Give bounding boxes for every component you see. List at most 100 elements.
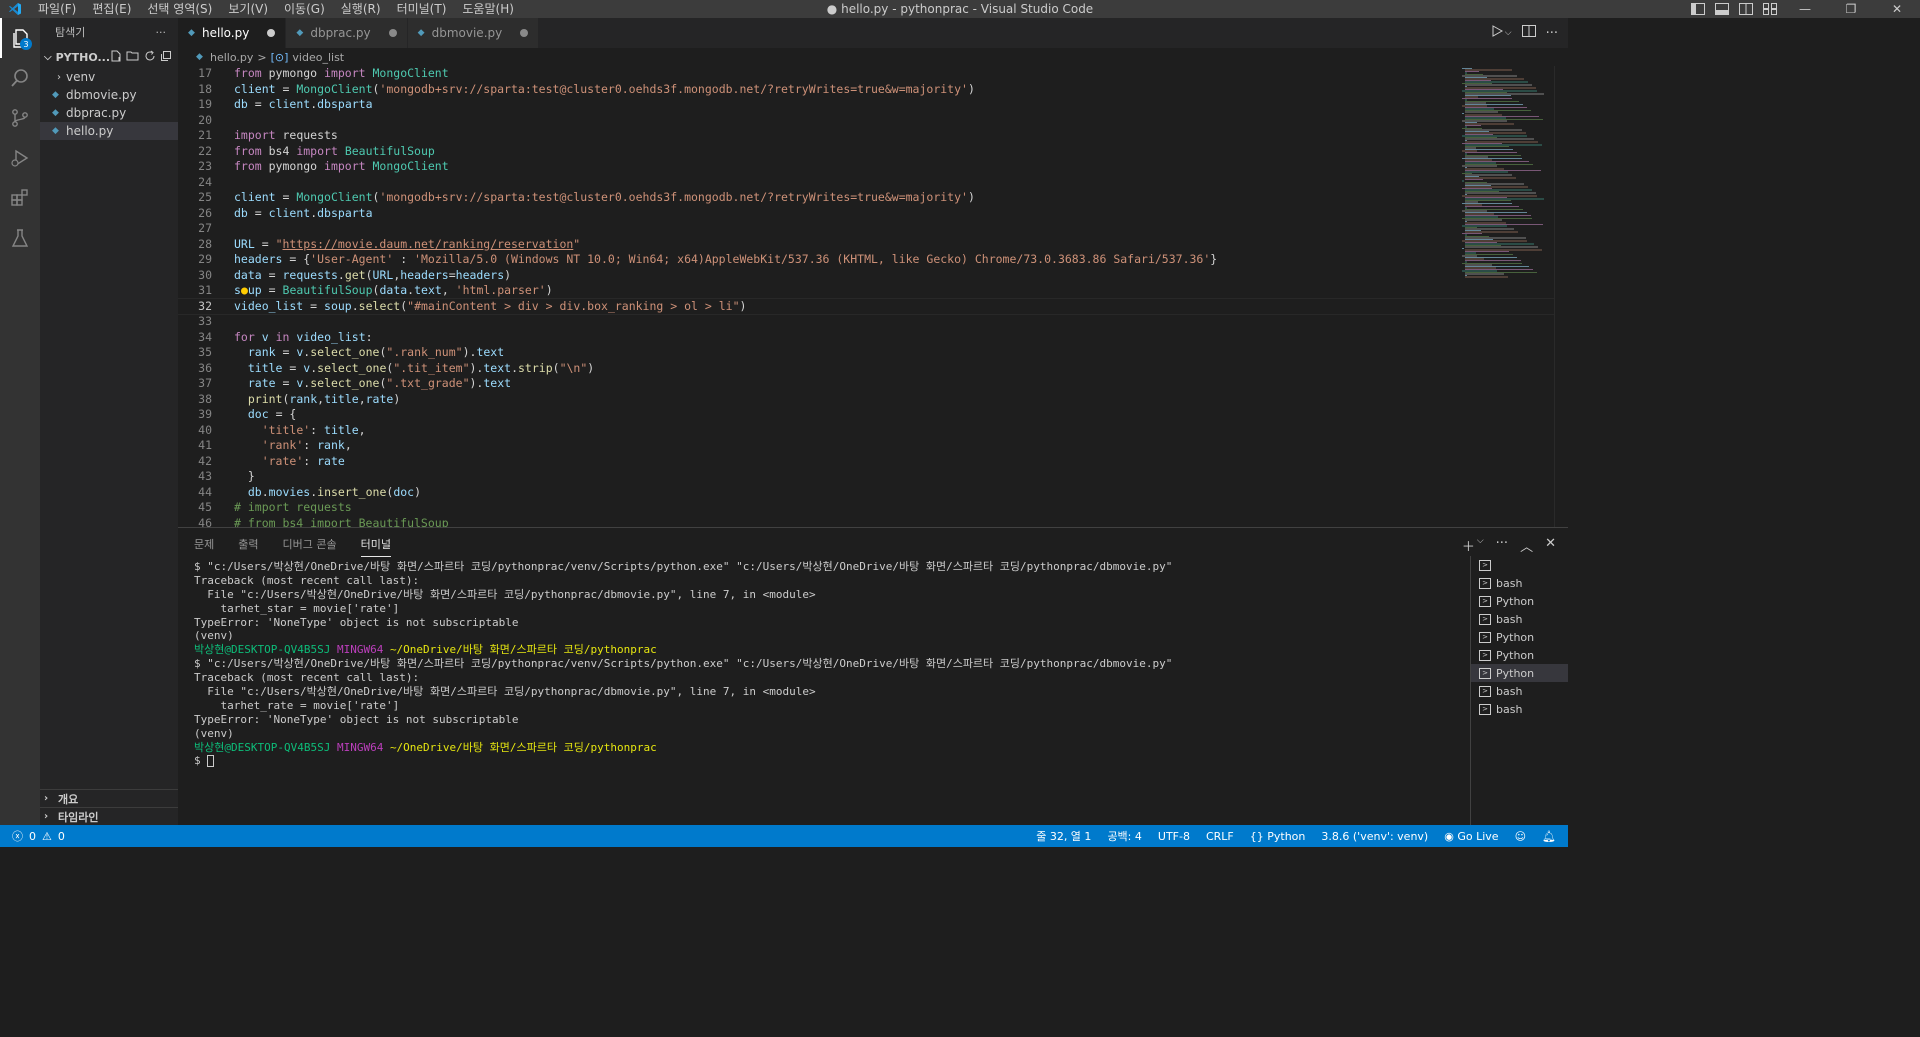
cursor-position[interactable]: 줄 32, 열 1 bbox=[1036, 828, 1091, 844]
unsaved-dot-icon[interactable] bbox=[267, 29, 276, 37]
panel-tab-3[interactable]: 터미널 bbox=[360, 536, 391, 557]
code-line[interactable]: 34 for v in video_list: bbox=[178, 330, 1568, 346]
code-line[interactable]: 44 db.movies.insert_one(doc) bbox=[178, 485, 1568, 501]
customize-layout-icon[interactable] bbox=[1758, 0, 1782, 18]
source-control-icon[interactable] bbox=[0, 98, 40, 138]
code-line[interactable]: 21 import requests bbox=[178, 128, 1568, 144]
menu-item-3[interactable]: 보기(V) bbox=[220, 0, 276, 18]
encoding[interactable]: UTF-8 bbox=[1158, 830, 1190, 843]
toggle-panel-icon[interactable] bbox=[1710, 0, 1734, 18]
collapse-all-icon[interactable] bbox=[160, 50, 172, 65]
vscode-logo-icon[interactable] bbox=[0, 0, 30, 18]
code-line[interactable]: 25 client = MongoClient('mongodb+srv://sp… bbox=[178, 190, 1568, 206]
editor-scrollbar[interactable] bbox=[1554, 66, 1568, 527]
menu-item-6[interactable]: 터미널(T) bbox=[389, 0, 455, 18]
tree-item-hello-py[interactable]: ◆ hello.py bbox=[40, 122, 178, 140]
code-line[interactable]: 35 rank = v.select_one(".rank_num").text bbox=[178, 345, 1568, 361]
warnings-icon[interactable]: ⚠ bbox=[42, 830, 52, 843]
terminal-instance[interactable]: > Python bbox=[1471, 592, 1568, 610]
errors-count[interactable]: 0 bbox=[29, 830, 36, 843]
code-line[interactable]: 37 rate = v.select_one(".txt_grade").tex… bbox=[178, 376, 1568, 392]
menu-item-0[interactable]: 파일(F) bbox=[30, 0, 84, 18]
code-line[interactable]: 32 video_list = soup.select("#mainContent… bbox=[178, 297, 1568, 315]
terminal-output[interactable]: $ "c:/Users/박상현/OneDrive/바탕 화면/스파르타 코딩/p… bbox=[194, 560, 1464, 820]
more-actions-icon[interactable]: ··· bbox=[156, 26, 167, 39]
menu-item-5[interactable]: 실행(R) bbox=[333, 0, 389, 18]
code-line[interactable]: 28 URL = "https://movie.daum.net/ranking/… bbox=[178, 237, 1568, 253]
tree-item-dbprac-py[interactable]: ◆ dbprac.py bbox=[40, 104, 178, 122]
breadcrumb-file[interactable]: hello.py bbox=[210, 51, 253, 64]
code-line[interactable]: 27 bbox=[178, 221, 1568, 237]
new-terminal-icon[interactable]: ＋ bbox=[1462, 536, 1475, 555]
panel-tab-2[interactable]: 디버그 콘솔 bbox=[283, 536, 337, 552]
terminal-instance[interactable]: > bash bbox=[1471, 682, 1568, 700]
editor-more-icon[interactable]: ··· bbox=[1546, 26, 1558, 41]
end-of-line[interactable]: CRLF bbox=[1206, 830, 1234, 843]
outline-section[interactable]: › 개요 bbox=[40, 789, 178, 807]
panel-tab-0[interactable]: 문제 bbox=[194, 536, 214, 552]
code-line[interactable]: 23 from pymongo import MongoClient bbox=[178, 159, 1568, 175]
menu-item-1[interactable]: 편집(E) bbox=[84, 0, 139, 18]
tree-item-venv[interactable]: › venv bbox=[40, 68, 178, 86]
run-dropdown-icon[interactable]: ⌵ bbox=[1505, 28, 1512, 38]
folder-section-header[interactable]: ⌵ PYTHO... bbox=[40, 46, 178, 68]
refresh-icon[interactable] bbox=[144, 50, 156, 65]
panel-more-icon[interactable]: ··· bbox=[1496, 536, 1508, 555]
minimize-icon[interactable]: — bbox=[1782, 0, 1828, 18]
code-line[interactable]: 39 doc = { bbox=[178, 407, 1568, 423]
code-line[interactable]: 29 headers = {'User-Agent' : 'Mozilla/5.0… bbox=[178, 252, 1568, 268]
notifications-bell-icon[interactable]: 🔔︎ bbox=[1542, 830, 1556, 843]
code-line[interactable]: 40 'title': title, bbox=[178, 423, 1568, 439]
run-debug-icon[interactable] bbox=[0, 138, 40, 178]
terminal-instance[interactable]: > bash bbox=[1471, 700, 1568, 718]
maximize-panel-icon[interactable]: ︿ bbox=[1520, 536, 1533, 555]
tree-item-dbmovie-py[interactable]: ◆ dbmovie.py bbox=[40, 86, 178, 104]
code-line[interactable]: 46 # from bs4 import BeautifulSoup bbox=[178, 516, 1568, 528]
code-editor[interactable]: 17 from pymongo import MongoClient 18 clien… bbox=[178, 66, 1568, 527]
tab-hello-py[interactable]: ◆ hello.py bbox=[178, 18, 287, 48]
code-line[interactable]: 30 data = requests.get(URL,headers=header… bbox=[178, 268, 1568, 284]
split-editor-icon[interactable] bbox=[1521, 25, 1536, 41]
code-line[interactable]: 24 bbox=[178, 175, 1568, 191]
terminal-dropdown-icon[interactable]: ⌵ bbox=[1477, 536, 1484, 555]
breadcrumb-symbol[interactable]: video_list bbox=[292, 51, 344, 64]
unsaved-dot-icon[interactable] bbox=[520, 29, 529, 37]
search-icon[interactable] bbox=[0, 58, 40, 98]
unsaved-dot-icon[interactable] bbox=[388, 29, 397, 37]
code-line[interactable]: 42 'rate': rate bbox=[178, 454, 1568, 470]
new-folder-icon[interactable] bbox=[126, 50, 140, 65]
explorer-icon[interactable]: 3 bbox=[0, 18, 40, 58]
toggle-secondary-sidebar-icon[interactable] bbox=[1734, 0, 1758, 18]
terminal-instance[interactable]: > bash bbox=[1471, 574, 1568, 592]
tab-dbmovie-py[interactable]: ◆ dbmovie.py bbox=[407, 18, 540, 48]
code-line[interactable]: 31 s●up = BeautifulSoup(data.text, 'html.… bbox=[178, 283, 1568, 299]
testing-icon[interactable] bbox=[0, 218, 40, 258]
indentation[interactable]: 공백: 4 bbox=[1107, 828, 1141, 844]
code-line[interactable]: 33 bbox=[178, 314, 1568, 330]
warnings-count[interactable]: 0 bbox=[58, 830, 65, 843]
python-interpreter[interactable]: 3.8.6 ('venv': venv) bbox=[1321, 830, 1428, 843]
terminal-instance[interactable]: > Python bbox=[1471, 646, 1568, 664]
language-mode[interactable]: {} Python bbox=[1250, 830, 1306, 843]
terminal-instance[interactable]: > bbox=[1471, 556, 1568, 574]
code-line[interactable]: 45 # import requests bbox=[178, 500, 1568, 516]
tab-dbprac-py[interactable]: ◆ dbprac.py bbox=[286, 18, 408, 48]
terminal-instance[interactable]: > Python bbox=[1471, 628, 1568, 646]
extensions-icon[interactable] bbox=[0, 178, 40, 218]
menu-item-2[interactable]: 선택 영역(S) bbox=[139, 0, 220, 18]
code-line[interactable]: 17 from pymongo import MongoClient bbox=[178, 66, 1568, 82]
code-line[interactable]: 19 db = client.dbsparta bbox=[178, 97, 1568, 113]
close-panel-icon[interactable]: ✕ bbox=[1545, 536, 1556, 555]
code-line[interactable]: 41 'rank': rank, bbox=[178, 438, 1568, 454]
menu-item-7[interactable]: 도움말(H) bbox=[454, 0, 522, 18]
code-line[interactable]: 18 client = MongoClient('mongodb+srv://sp… bbox=[178, 82, 1568, 98]
errors-icon[interactable]: ⓧ bbox=[12, 828, 23, 844]
run-python-file-icon[interactable] bbox=[1491, 25, 1503, 41]
feedback-icon[interactable]: ☺ bbox=[1515, 830, 1526, 843]
code-line[interactable]: 36 title = v.select_one(".tit_item").tex… bbox=[178, 361, 1568, 377]
restore-icon[interactable]: ❐ bbox=[1828, 0, 1874, 18]
code-line[interactable]: 38 print(rank,title,rate) bbox=[178, 392, 1568, 408]
code-line[interactable]: 22 from bs4 import BeautifulSoup bbox=[178, 144, 1568, 160]
terminal-instance[interactable]: > Python bbox=[1471, 664, 1568, 682]
toggle-primary-sidebar-icon[interactable] bbox=[1686, 0, 1710, 18]
